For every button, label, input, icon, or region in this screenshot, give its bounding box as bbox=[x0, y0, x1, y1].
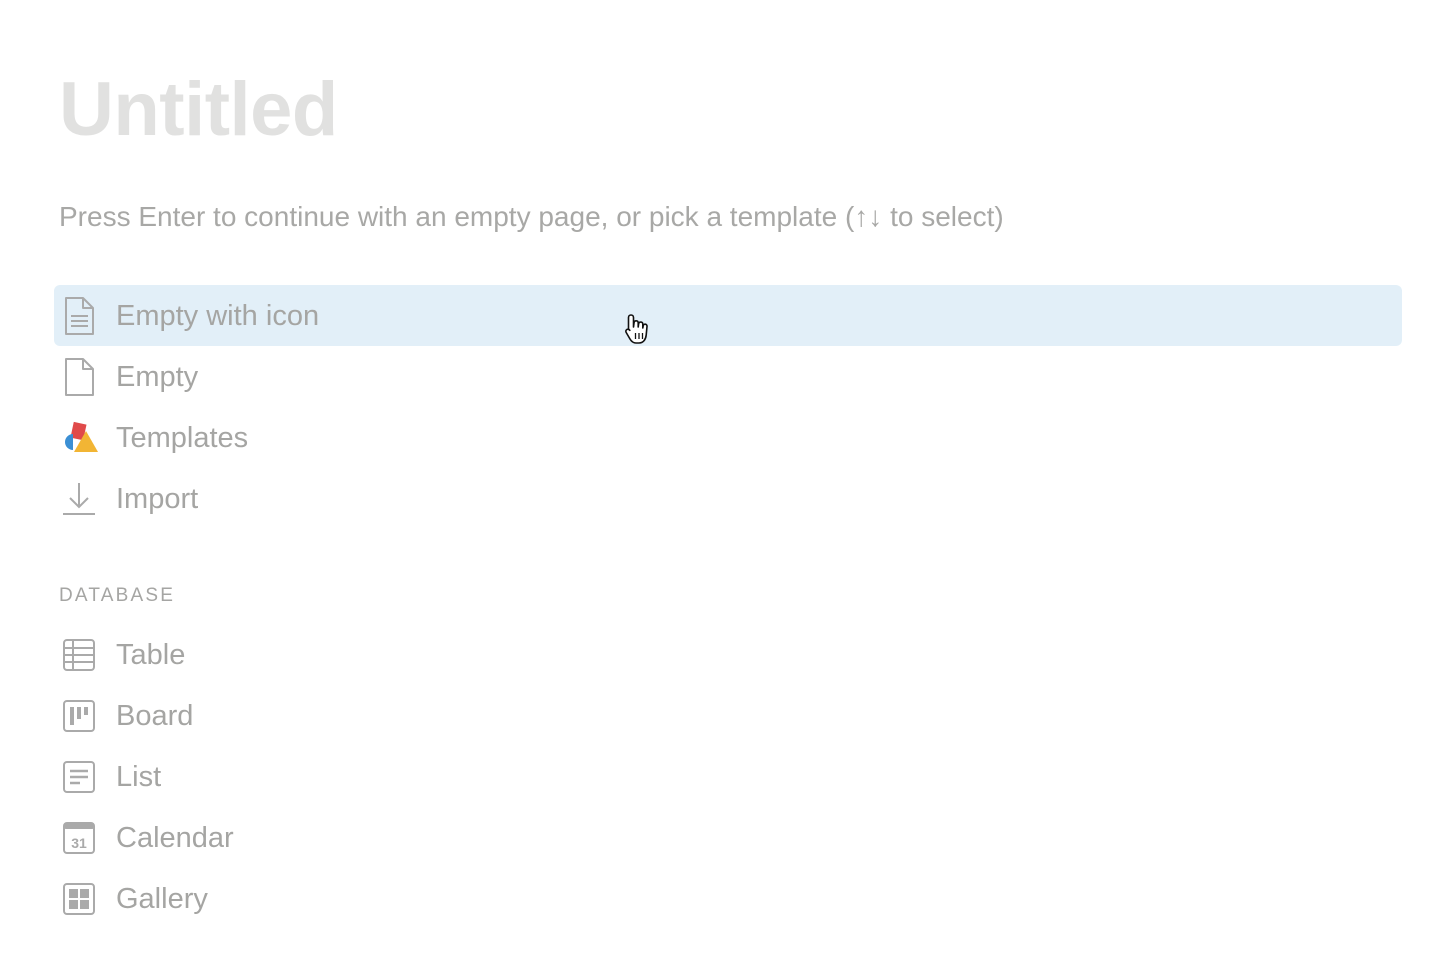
templates-shapes-icon bbox=[56, 415, 102, 461]
page-title[interactable]: Untitled bbox=[59, 66, 338, 154]
template-menu: Empty with icon Empty Templates Import bbox=[54, 285, 1402, 529]
document-icon bbox=[56, 354, 102, 400]
board-icon bbox=[56, 693, 102, 739]
menu-item-label: Templates bbox=[116, 421, 249, 454]
menu-item-gallery[interactable]: Gallery bbox=[54, 868, 1402, 929]
menu-item-label: Calendar bbox=[116, 821, 234, 854]
list-icon bbox=[56, 754, 102, 800]
menu-item-label: List bbox=[116, 760, 162, 793]
calendar-icon-day: 31 bbox=[71, 835, 87, 851]
database-menu: Table Board List 31 Calendar Gallery bbox=[54, 624, 1402, 929]
menu-item-label: Empty with icon bbox=[116, 299, 320, 332]
calendar-icon: 31 bbox=[56, 815, 102, 861]
hand-pointer-cursor-icon bbox=[624, 313, 650, 345]
menu-item-table[interactable]: Table bbox=[54, 624, 1402, 685]
menu-item-calendar[interactable]: 31 Calendar bbox=[54, 807, 1402, 868]
menu-item-import[interactable]: Import bbox=[54, 468, 1402, 529]
download-icon bbox=[56, 476, 102, 522]
menu-item-board[interactable]: Board bbox=[54, 685, 1402, 746]
menu-item-empty-with-icon[interactable]: Empty with icon bbox=[54, 285, 1402, 346]
gallery-icon bbox=[56, 876, 102, 922]
menu-item-label: Table bbox=[116, 638, 186, 671]
menu-item-empty[interactable]: Empty bbox=[54, 346, 1402, 407]
table-icon bbox=[56, 632, 102, 678]
menu-item-list[interactable]: List bbox=[54, 746, 1402, 807]
menu-item-label: Board bbox=[116, 699, 194, 732]
document-lines-icon bbox=[56, 293, 102, 339]
menu-item-label: Gallery bbox=[116, 882, 208, 915]
database-section-header: DATABASE bbox=[59, 585, 176, 606]
menu-item-label: Import bbox=[116, 482, 199, 515]
menu-item-templates[interactable]: Templates bbox=[54, 407, 1402, 468]
menu-item-label: Empty bbox=[116, 360, 199, 393]
template-hint: Press Enter to continue with an empty pa… bbox=[59, 201, 1004, 232]
